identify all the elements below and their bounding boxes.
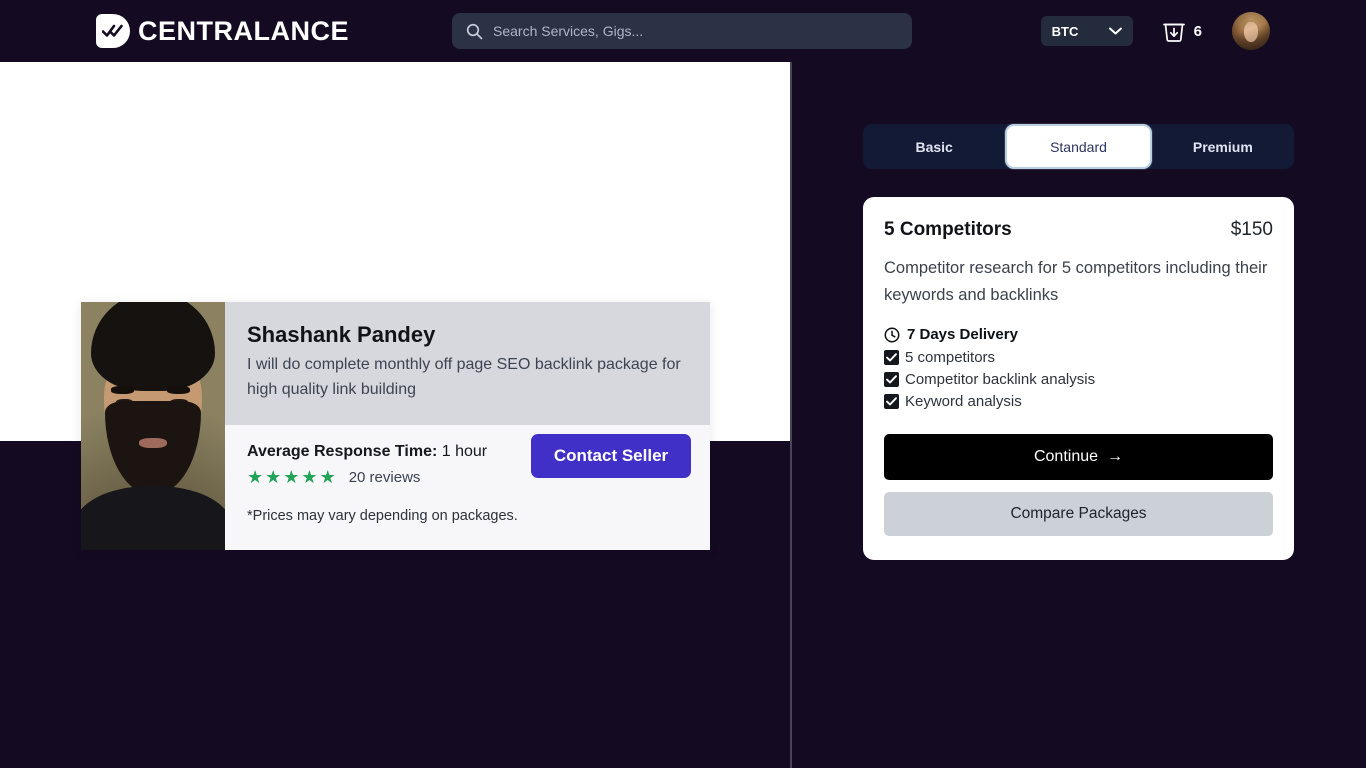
currency-selector[interactable]: BTC <box>1040 16 1133 46</box>
basket-download-icon <box>1162 23 1185 42</box>
chevron-down-icon <box>1108 27 1122 35</box>
seller-card: Shashank Pandey I will do complete month… <box>81 302 710 550</box>
feature-item: Competitor backlink analysis <box>884 371 1273 388</box>
search-icon <box>466 23 483 39</box>
feature-list: 5 competitors Competitor backlink analys… <box>884 349 1273 410</box>
brand-name: CENTRALANCE <box>138 15 349 46</box>
seller-name: Shashank Pandey <box>247 322 436 347</box>
package-description: Competitor research for 5 competitors in… <box>884 259 1268 304</box>
compare-packages-button[interactable]: Compare Packages <box>884 492 1273 537</box>
response-time-value: 1 hour <box>441 443 488 460</box>
star-icon: ★ <box>301 467 318 487</box>
package-tabs: Basic Standard Premium <box>863 124 1294 169</box>
continue-button-label: Continue <box>1033 448 1099 466</box>
search-input[interactable] <box>493 23 898 39</box>
seller-card-body: Shashank Pandey I will do complete month… <box>225 302 710 550</box>
tab-standard[interactable]: Standard <box>1005 124 1152 169</box>
package-header: 5 Competitors $150 <box>884 219 1273 241</box>
double-check-badge-icon <box>96 14 130 48</box>
feature-label: 5 competitors <box>905 349 996 367</box>
avatar[interactable] <box>1232 12 1270 50</box>
contact-seller-button[interactable]: Contact Seller <box>531 434 691 478</box>
feature-item: Keyword analysis <box>884 393 1273 410</box>
package-title: 5 Competitors <box>884 219 1012 240</box>
delivery-time-label: 7 Days Delivery <box>907 326 1018 344</box>
tab-basic[interactable]: Basic <box>863 124 1005 169</box>
search-bar[interactable] <box>452 13 912 49</box>
top-header: CENTRALANCE BTC <box>0 0 1366 62</box>
review-count: 20 reviews <box>348 468 421 486</box>
header-actions: BTC 6 <box>1040 0 1270 62</box>
delivery-time: 7 Days Delivery <box>884 326 1273 343</box>
package-price: $150 <box>1230 219 1273 240</box>
check-icon <box>884 350 899 366</box>
tab-premium[interactable]: Premium <box>1152 124 1294 169</box>
feature-label: Keyword analysis <box>905 393 1022 411</box>
continue-button[interactable]: Continue → <box>884 434 1273 481</box>
seller-photo <box>81 302 225 550</box>
avatar-shading <box>1232 12 1270 50</box>
seller-description: I will do complete monthly off page SEO … <box>247 356 681 398</box>
feature-item: 5 competitors <box>884 349 1273 366</box>
seller-photo-brow-right <box>167 386 191 394</box>
check-icon <box>884 394 899 410</box>
arrow-right-icon: → <box>1107 448 1124 466</box>
star-icon: ★ <box>265 467 282 487</box>
seller-meta-block: Average Response Time: 1 hour ★ ★ ★ ★ ★ … <box>225 425 710 550</box>
brand-logo[interactable]: CENTRALANCE <box>96 14 349 48</box>
feature-label: Competitor backlink analysis <box>905 371 1096 389</box>
response-time-label: Average Response Time: <box>247 443 438 460</box>
star-icon: ★ <box>283 467 300 487</box>
clock-icon <box>884 327 900 343</box>
seller-photo-shirt <box>81 485 225 550</box>
currency-selected-value: BTC <box>1051 23 1079 39</box>
package-card: 5 Competitors $150 Competitor research f… <box>863 197 1294 561</box>
seller-photo-hair <box>91 302 215 392</box>
vertical-divider <box>790 62 792 768</box>
cart-button[interactable]: 6 <box>1162 20 1202 43</box>
cart-count: 6 <box>1193 22 1202 40</box>
price-disclaimer: *Prices may vary depending on packages. <box>247 508 518 524</box>
seller-header-block: Shashank Pandey I will do complete month… <box>225 302 710 425</box>
star-icon: ★ <box>247 467 264 487</box>
seller-photo-brow-left <box>111 386 135 394</box>
star-icon: ★ <box>319 467 336 487</box>
page-root: CENTRALANCE BTC <box>0 0 1366 768</box>
package-panel: Basic Standard Premium 5 Competitors $15… <box>863 124 1294 561</box>
check-icon <box>884 372 899 388</box>
star-rating: ★ ★ ★ ★ ★ <box>247 468 336 486</box>
seller-photo-lips <box>138 438 168 449</box>
